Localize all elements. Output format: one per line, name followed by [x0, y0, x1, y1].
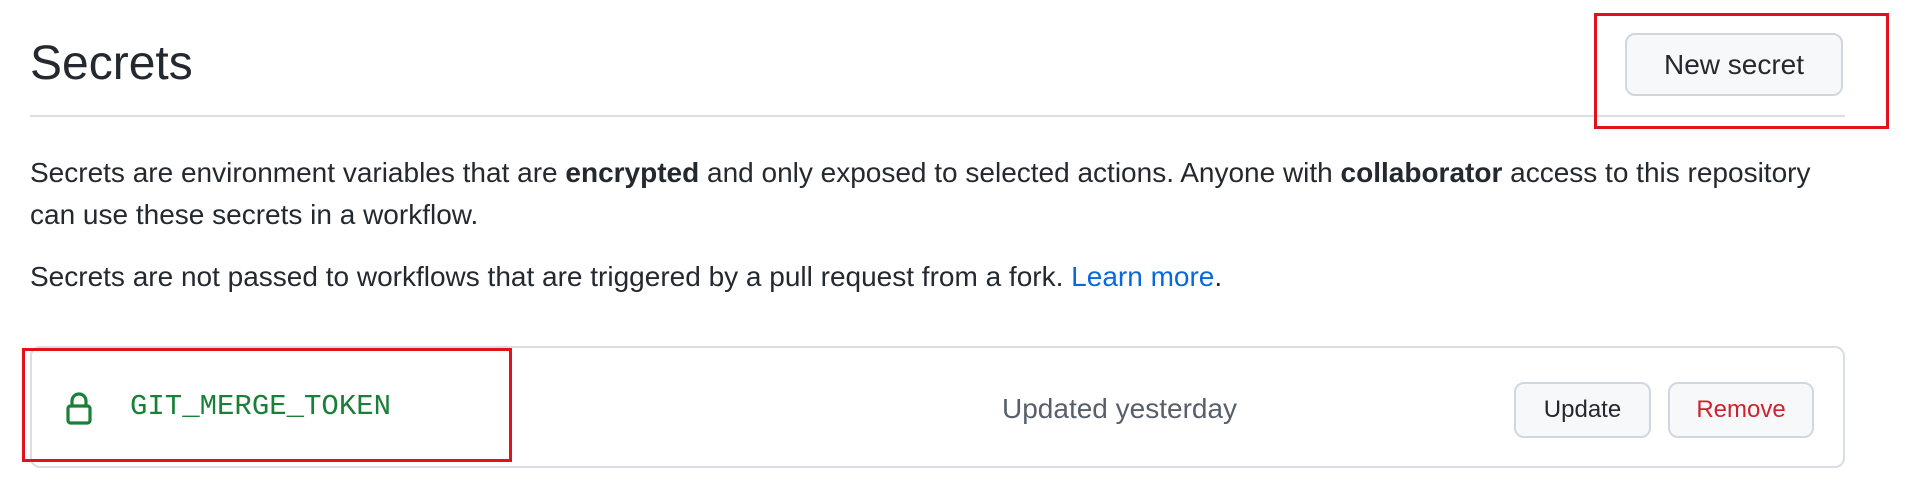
secret-updated-time: Updated yesterday	[1002, 393, 1238, 424]
secret-name: GIT_MERGE_TOKEN	[130, 390, 392, 423]
remove-secret-button[interactable]: Remove	[1668, 382, 1814, 438]
page-header: Secrets	[30, 0, 1845, 117]
description-bold-collaborator: collaborator	[1340, 157, 1503, 188]
secrets-description: Secrets are environment variables that a…	[30, 152, 1850, 236]
fork-notice-end: .	[1214, 261, 1223, 292]
new-secret-button[interactable]: New secret	[1625, 33, 1843, 96]
secret-row: GIT_MERGE_TOKEN Updated yesterday Update…	[30, 346, 1845, 468]
page-title: Secrets	[30, 37, 193, 90]
fork-notice: Secrets are not passed to workflows that…	[30, 256, 1850, 298]
description-text: Secrets are environment variables that a…	[30, 157, 566, 188]
description-bold-encrypted: encrypted	[565, 157, 700, 188]
fork-notice-text: Secrets are not passed to workflows that…	[30, 261, 1072, 292]
update-secret-button[interactable]: Update	[1514, 382, 1651, 438]
description-text: and only exposed to selected actions. An…	[699, 157, 1341, 188]
learn-more-link[interactable]: Learn more	[1071, 261, 1214, 292]
lock-icon	[65, 391, 93, 425]
